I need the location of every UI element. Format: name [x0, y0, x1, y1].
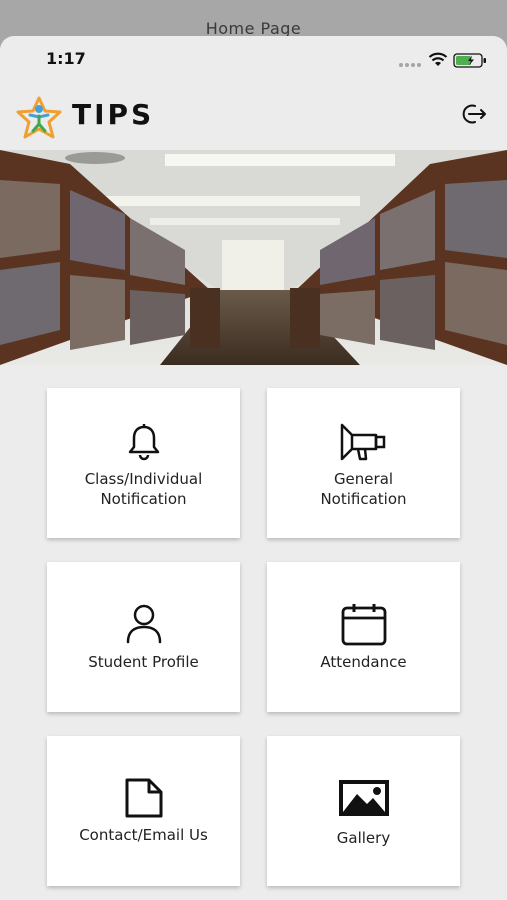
card-label: Notification [100, 490, 187, 508]
contact-email-card[interactable]: Contact/Email Us [47, 736, 240, 886]
status-time: 1:17 [46, 49, 86, 68]
wifi-icon [428, 52, 448, 66]
battery-icon [453, 53, 486, 68]
card-label: General [333, 470, 394, 488]
phone-screen: 1:17 TIPS Class/Individual Notification … [0, 36, 507, 900]
calendar-icon [341, 604, 386, 646]
general-notification-card[interactable]: General Notification [267, 388, 460, 538]
card-label: Attendance [320, 653, 407, 671]
logout-icon[interactable] [460, 103, 488, 125]
window-title: Home Page [0, 0, 507, 36]
card-label: Notification [320, 490, 407, 508]
app-name: TIPS [72, 98, 155, 131]
app-header: TIPS [0, 86, 507, 150]
banner-library-image [0, 150, 507, 365]
cellular-signal-icon [399, 63, 423, 67]
star-person-logo-icon [16, 96, 62, 139]
card-label: Class/Individual [84, 470, 203, 488]
class-individual-notification-card[interactable]: Class/Individual Notification [47, 388, 240, 538]
image-icon [338, 780, 389, 816]
document-icon [125, 778, 162, 818]
student-profile-card[interactable]: Student Profile [47, 562, 240, 712]
gallery-card[interactable]: Gallery [267, 736, 460, 886]
card-label: Contact/Email Us [79, 826, 208, 844]
bell-icon [128, 424, 159, 461]
megaphone-icon [340, 423, 385, 461]
attendance-card[interactable]: Attendance [267, 562, 460, 712]
status-bar: 1:17 [0, 36, 507, 86]
card-label: Student Profile [88, 653, 199, 671]
person-icon [126, 604, 161, 644]
card-label: Gallery [336, 829, 391, 847]
